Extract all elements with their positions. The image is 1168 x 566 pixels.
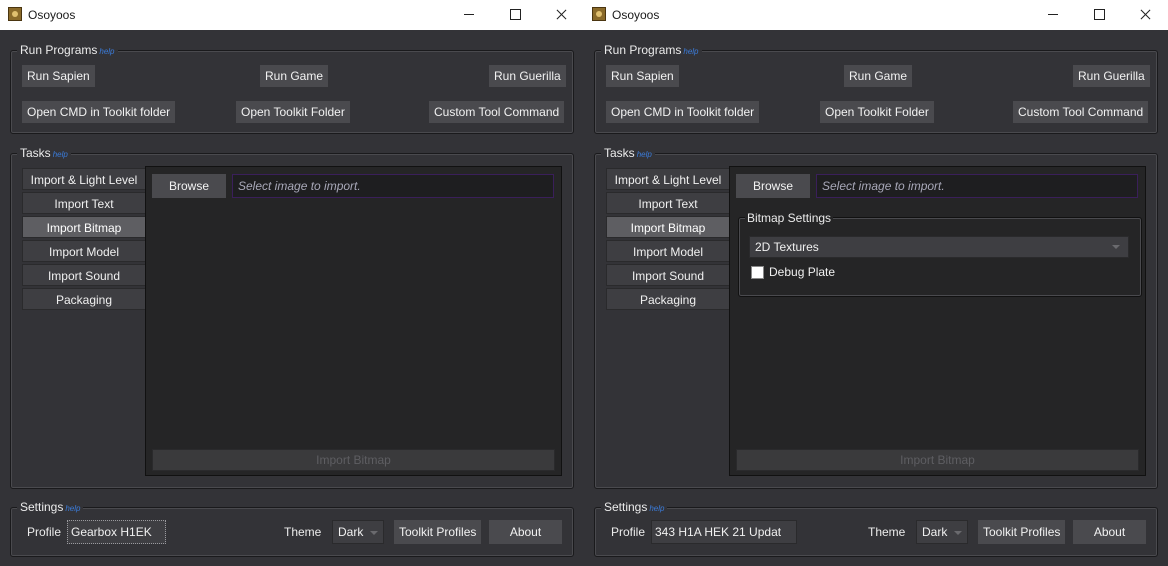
bitmap-type-value: 2D Textures	[755, 240, 819, 254]
run-programs-group: Run Programs help Run Sapien Run Game Run…	[10, 43, 574, 134]
tab-import-sound[interactable]: Import Sound	[22, 264, 146, 286]
tab-import-light-level[interactable]: Import & Light Level	[22, 168, 146, 190]
tasks-help-link[interactable]: help	[637, 150, 652, 159]
run-sapien-button[interactable]: Run Sapien	[22, 65, 95, 87]
theme-value: Dark	[338, 525, 364, 539]
debug-plate-checkbox[interactable]	[751, 266, 764, 279]
import-bitmap-panel: Browse Select image to import. Import Bi…	[145, 166, 562, 476]
tasks-label: Tasks	[20, 146, 51, 160]
close-icon[interactable]	[1122, 0, 1168, 30]
tab-import-bitmap[interactable]: Import Bitmap	[606, 216, 730, 238]
open-cmd-button[interactable]: Open CMD in Toolkit folder	[606, 101, 760, 123]
profile-value: 343 H1A HEK 21 Updat	[655, 525, 782, 539]
toolkit-profiles-button[interactable]: Toolkit Profiles	[978, 520, 1066, 544]
open-toolkit-folder-button[interactable]: Open Toolkit Folder	[236, 101, 350, 123]
window-right: Osoyoos Run Programs help Run Sapien Run …	[584, 0, 1168, 566]
browse-button[interactable]: Browse	[736, 174, 810, 198]
tasks-help-link[interactable]: help	[53, 150, 68, 159]
app-icon	[592, 7, 606, 21]
theme-value: Dark	[922, 525, 948, 539]
tab-import-bitmap[interactable]: Import Bitmap	[22, 216, 146, 238]
toolkit-profiles-button[interactable]: Toolkit Profiles	[394, 520, 482, 544]
theme-label: Theme	[284, 525, 322, 539]
theme-dropdown[interactable]: Dark	[916, 520, 968, 544]
settings-label: Settings	[20, 500, 64, 514]
window-left: Osoyoos Run Programs help Run Sapien Run …	[0, 0, 584, 566]
run-programs-help-link[interactable]: help	[99, 47, 114, 56]
import-bitmap-button[interactable]: Import Bitmap	[736, 449, 1139, 471]
tab-import-light-level[interactable]: Import & Light Level	[606, 168, 730, 190]
settings-group: Settings help Profile Gearbox H1EK Theme …	[10, 500, 574, 557]
window-title: Osoyoos	[28, 8, 76, 22]
about-button[interactable]: About	[489, 520, 562, 544]
tasks-label: Tasks	[604, 146, 635, 160]
debug-plate-label[interactable]: Debug Plate	[769, 265, 835, 279]
run-game-button[interactable]: Run Game	[844, 65, 913, 87]
run-guerilla-button[interactable]: Run Guerilla	[1073, 65, 1150, 87]
import-bitmap-panel: Browse Select image to import. Bitmap Se…	[729, 166, 1146, 476]
minimize-icon[interactable]	[1030, 0, 1076, 30]
tasks-group: Tasks help Import & Light Level Import Te…	[10, 146, 574, 489]
run-programs-group: Run Programs help Run Sapien Run Game Run…	[594, 43, 1158, 134]
window-title: Osoyoos	[612, 8, 660, 22]
maximize-icon[interactable]	[492, 0, 538, 30]
theme-label: Theme	[868, 525, 906, 539]
image-path-input[interactable]: Select image to import.	[232, 174, 554, 198]
run-sapien-button[interactable]: Run Sapien	[606, 65, 679, 87]
profile-label: Profile	[611, 525, 646, 539]
chevron-down-icon	[1112, 245, 1120, 249]
open-toolkit-folder-button[interactable]: Open Toolkit Folder	[820, 101, 934, 123]
custom-tool-command-button[interactable]: Custom Tool Command	[1013, 101, 1149, 123]
task-tabs: Import & Light Level Import Text Import …	[22, 168, 146, 312]
profile-dropdown[interactable]: Gearbox H1EK	[67, 520, 166, 544]
tab-packaging[interactable]: Packaging	[606, 288, 730, 310]
bitmap-type-dropdown[interactable]: 2D Textures	[749, 236, 1129, 258]
chevron-down-icon	[954, 531, 962, 535]
tab-import-model[interactable]: Import Model	[606, 240, 730, 262]
browse-button[interactable]: Browse	[152, 174, 226, 198]
about-button[interactable]: About	[1073, 520, 1146, 544]
tab-import-text[interactable]: Import Text	[606, 192, 730, 214]
image-path-input[interactable]: Select image to import.	[816, 174, 1138, 198]
chevron-down-icon	[370, 531, 378, 535]
profile-dropdown[interactable]: 343 H1A HEK 21 Updat	[651, 520, 797, 544]
settings-help-link[interactable]: help	[649, 504, 664, 513]
bitmap-settings-group: Bitmap Settings 2D Textures Debug Plate	[738, 211, 1142, 297]
custom-tool-command-button[interactable]: Custom Tool Command	[429, 101, 565, 123]
theme-dropdown[interactable]: Dark	[332, 520, 384, 544]
title-bar[interactable]: Osoyoos	[584, 0, 1168, 30]
task-tabs: Import & Light Level Import Text Import …	[606, 168, 730, 312]
settings-help-link[interactable]: help	[65, 504, 80, 513]
bitmap-settings-label: Bitmap Settings	[745, 211, 834, 225]
tab-import-text[interactable]: Import Text	[22, 192, 146, 214]
run-game-button[interactable]: Run Game	[260, 65, 329, 87]
close-icon[interactable]	[538, 0, 584, 30]
tab-import-sound[interactable]: Import Sound	[606, 264, 730, 286]
minimize-icon[interactable]	[446, 0, 492, 30]
maximize-icon[interactable]	[1076, 0, 1122, 30]
import-bitmap-button[interactable]: Import Bitmap	[152, 449, 555, 471]
settings-label: Settings	[604, 500, 648, 514]
tasks-group: Tasks help Import & Light Level Import Te…	[594, 146, 1158, 489]
open-cmd-button[interactable]: Open CMD in Toolkit folder	[22, 101, 176, 123]
profile-label: Profile	[27, 525, 62, 539]
run-guerilla-button[interactable]: Run Guerilla	[489, 65, 566, 87]
run-programs-help-link[interactable]: help	[683, 47, 698, 56]
run-programs-label: Run Programs	[604, 43, 682, 57]
settings-group: Settings help Profile 343 H1A HEK 21 Upda…	[594, 500, 1158, 557]
tab-packaging[interactable]: Packaging	[22, 288, 146, 310]
tab-import-model[interactable]: Import Model	[22, 240, 146, 262]
run-programs-label: Run Programs	[20, 43, 98, 57]
app-icon	[8, 7, 22, 21]
title-bar[interactable]: Osoyoos	[0, 0, 584, 30]
